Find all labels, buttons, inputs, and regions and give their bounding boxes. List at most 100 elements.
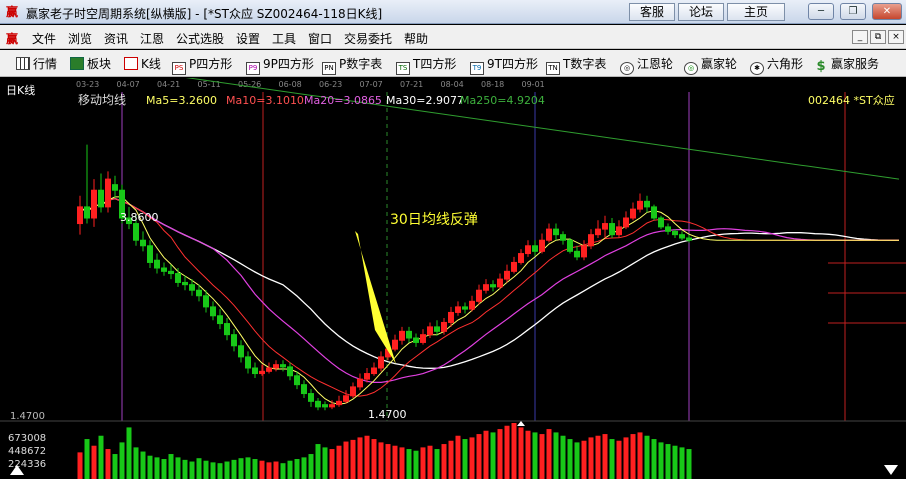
toolbar-quotes[interactable]: 行情 (16, 55, 57, 73)
candle-body (259, 370, 265, 375)
kline-chart[interactable]: 03-23 04-07 04-21 05-11 05-26 06-08 06-23 07-07… (0, 78, 906, 479)
restore-button[interactable]: ❐ (840, 3, 866, 20)
volume-bar (189, 461, 195, 479)
candle-body (175, 273, 181, 283)
menu-browse[interactable]: 浏览 (68, 30, 92, 47)
forum-button[interactable]: 论坛 (678, 3, 724, 21)
volume-bar (441, 444, 447, 479)
period-label: 日K线 (6, 83, 35, 97)
candle-body (546, 228, 552, 241)
candle-body (609, 223, 615, 236)
menu-trade[interactable]: 交易委托 (344, 30, 392, 47)
volume-bar (455, 435, 461, 479)
close-button[interactable]: ✕ (872, 3, 902, 20)
ma10-value: Ma10=3.1010 (226, 94, 304, 107)
volume-bar (672, 445, 678, 479)
candle-body (280, 364, 286, 368)
toolbar-t-number-table[interactable]: TN T数字表 (546, 55, 606, 75)
menu-tools[interactable]: 工具 (272, 30, 296, 47)
home-button[interactable]: 主页 (727, 3, 785, 21)
candle-body (602, 223, 608, 230)
candle-body (518, 253, 524, 263)
candle-body (196, 289, 202, 297)
volume-bar (616, 440, 622, 479)
mdi-restore-button[interactable]: ⧉ (870, 30, 886, 44)
toolbar-hexagon[interactable]: ✱ 六角形 (750, 55, 803, 75)
volume-bar (350, 439, 356, 479)
ma250-value: Ma250=4.9204 (460, 94, 545, 107)
candle-body (427, 326, 433, 336)
volume-bar (651, 439, 657, 479)
date-tick: 08-04 (441, 80, 464, 89)
menu-file[interactable]: 文件 (32, 30, 56, 47)
annotation-text: 30日均线反弹 (390, 212, 478, 228)
toolbar-winner-service[interactable]: $ 赢家服务 (814, 55, 879, 73)
mdi-close-button[interactable]: × (888, 30, 904, 44)
toolbar-winner-wheel[interactable]: ◎ 赢家轮 (684, 55, 737, 75)
candle-body (217, 315, 223, 325)
t9-icon: T9 (470, 62, 484, 75)
menu-gann[interactable]: 江恩 (140, 30, 164, 47)
menu-info[interactable]: 资讯 (104, 30, 128, 47)
title-bar[interactable]: 赢 赢家老子时空周期系统[纵横版] - [*ST众应 SZ002464-118日… (0, 0, 906, 24)
gann-wheel-icon: ◎ (620, 62, 634, 75)
volume-bar (238, 458, 244, 479)
candle-body (532, 245, 538, 252)
volume-bar (287, 460, 293, 479)
volume-bar (336, 445, 342, 479)
volume-tick-1: 673008 (8, 433, 46, 444)
volume-bar (574, 442, 580, 479)
volume-bar (518, 427, 524, 479)
candle-body (336, 400, 342, 406)
candle-body (483, 284, 489, 291)
volume-bar (483, 430, 489, 479)
toolbar-blocks[interactable]: 板块 (70, 55, 111, 73)
candle-body (679, 234, 685, 239)
volume-bar (392, 445, 398, 479)
mdi-minimize-button[interactable]: _ (852, 30, 868, 44)
menu-help[interactable]: 帮助 (404, 30, 428, 47)
menu-formula-select[interactable]: 公式选股 (176, 30, 224, 47)
candle-body (182, 281, 188, 286)
candle-body (294, 375, 300, 386)
candle-body (637, 200, 643, 210)
volume-bar (147, 455, 153, 479)
candle-body (455, 306, 461, 313)
volume-bar (84, 439, 90, 479)
volume-bar (343, 441, 349, 479)
menu-settings[interactable]: 设置 (236, 30, 260, 47)
ts-icon: TS (396, 62, 410, 75)
toolbar-p-number-table[interactable]: PN P数字表 (322, 55, 382, 75)
volume-bar (371, 439, 377, 479)
minimize-button[interactable]: ─ (808, 3, 834, 20)
volume-bar (658, 442, 664, 479)
candle-body (224, 323, 230, 336)
candle-body (406, 330, 412, 339)
candle-body (686, 237, 692, 241)
volume-bar (539, 434, 545, 479)
menu-window[interactable]: 窗口 (308, 30, 332, 47)
service-button[interactable]: 客服 (629, 3, 675, 21)
date-tick: 04-21 (157, 80, 180, 89)
volume-tick-3: 224336 (8, 459, 46, 470)
candle-body (651, 206, 657, 219)
toolbar-t-square[interactable]: TS T四方形 (396, 55, 456, 75)
candle-body (644, 200, 650, 208)
toolbar-9p-square[interactable]: P9 9P四方形 (246, 55, 314, 75)
ma5-value: Ma5=3.2600 (146, 94, 217, 107)
toolbar-9t-square[interactable]: T9 9T四方形 (470, 55, 538, 75)
volume-bar (546, 429, 552, 479)
toolbar-kline[interactable]: K线 (124, 55, 161, 73)
volume-bar (637, 432, 643, 479)
candle-body (154, 259, 160, 269)
candle-body (567, 239, 573, 252)
candle-body (588, 234, 594, 247)
candle-body (378, 356, 384, 369)
toolbar-p-square[interactable]: PS P四方形 (172, 55, 232, 75)
volume-bar (427, 445, 433, 479)
toolbar-gann-wheel[interactable]: ◎ 江恩轮 (620, 55, 673, 75)
candle-body (658, 217, 664, 228)
volume-bar (175, 457, 181, 479)
candle-body (525, 245, 531, 255)
volume-bar (126, 427, 132, 479)
